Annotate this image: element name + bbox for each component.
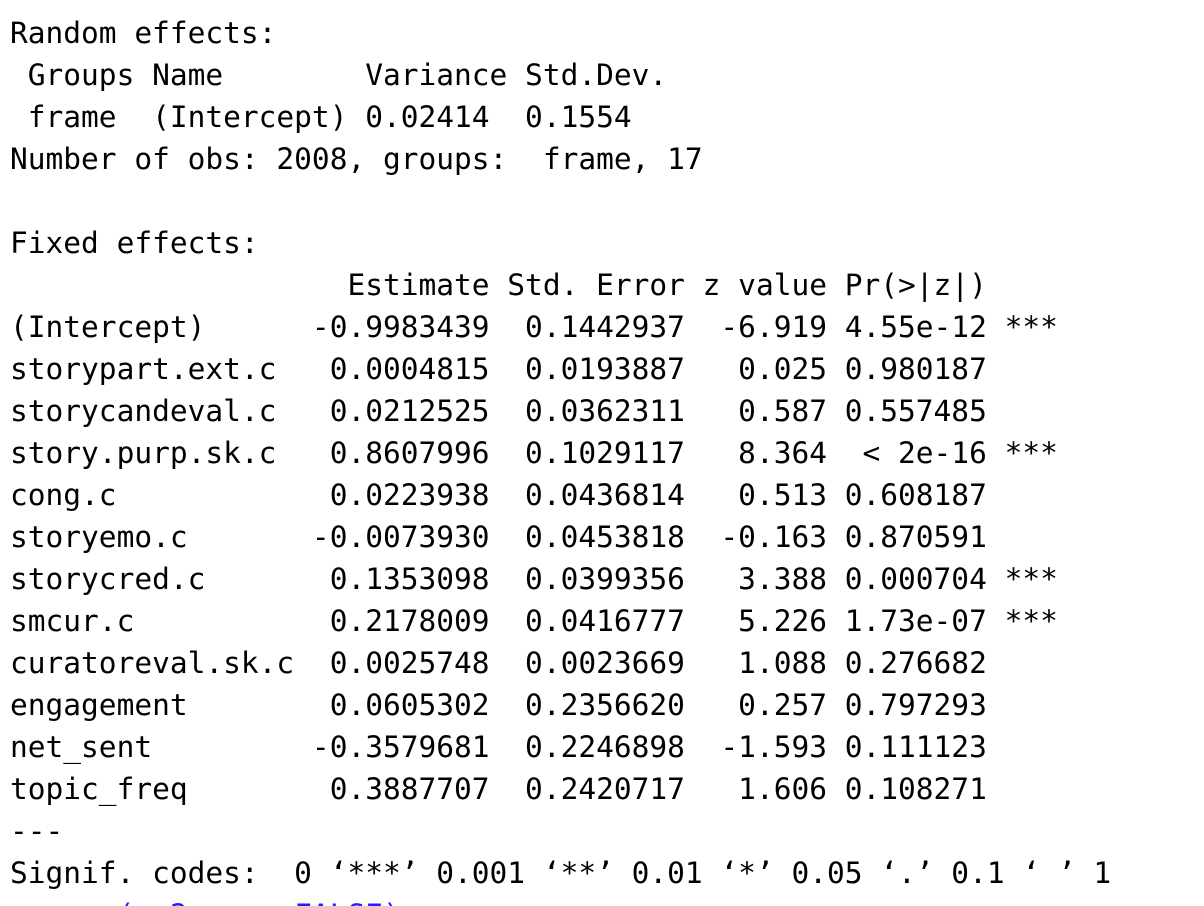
fixed-effects-header: Fixed effects: [10,226,259,260]
coef-row-storycred: storycred.c 0.1353098 0.0399356 3.388 0.… [10,562,1058,596]
random-effects-row-frame: frame (Intercept) 0.02414 0.1554 [10,100,668,134]
coef-row-intercept: (Intercept) -0.9983439 0.1442937 -6.919 … [10,310,1058,344]
r-console-output: Random effects: Groups Name Variance Std… [0,0,1204,906]
coef-row-storypart-ext: storypart.ext.c 0.0004815 0.0193887 0.02… [10,352,1058,386]
fixed-effects-column-headers: Estimate Std. Error z value Pr(>|z|) [10,268,1058,302]
coef-row-topic-freq: topic_freq 0.3887707 0.2420717 1.606 0.1… [10,772,1058,806]
random-effects-header: Random effects: [10,16,277,50]
coef-row-curatoreval-sk: curatoreval.sk.c 0.0025748 0.0023669 1.0… [10,646,1058,680]
separator-line: --- [10,814,64,848]
coef-row-cong: cong.c 0.0223938 0.0436814 0.513 0.60818… [10,478,1058,512]
observations-summary: Number of obs: 2008, groups: frame, 17 [10,142,703,176]
coef-row-storycandeval: storycandeval.c 0.0212525 0.0362311 0.58… [10,394,1058,428]
coef-row-storyemo: storyemo.c -0.0073930 0.0453818 -0.163 0… [10,520,1058,554]
partial-command-line: (n=2, FALSE) [10,894,401,906]
signif-codes-legend: Signif. codes: 0 ‘***’ 0.001 ‘**’ 0.01 ‘… [10,856,1112,890]
coef-row-smcur: smcur.c 0.2178009 0.0416777 5.226 1.73e-… [10,604,1058,638]
random-effects-column-headers: Groups Name Variance Std.Dev. [10,58,668,92]
coef-row-story-purp-sk: story.purp.sk.c 0.8607996 0.1029117 8.36… [10,436,1058,470]
coef-row-net-sent: net_sent -0.3579681 0.2246898 -1.593 0.1… [10,730,1058,764]
coef-row-engagement: engagement 0.0605302 0.2356620 0.257 0.7… [10,688,1058,722]
